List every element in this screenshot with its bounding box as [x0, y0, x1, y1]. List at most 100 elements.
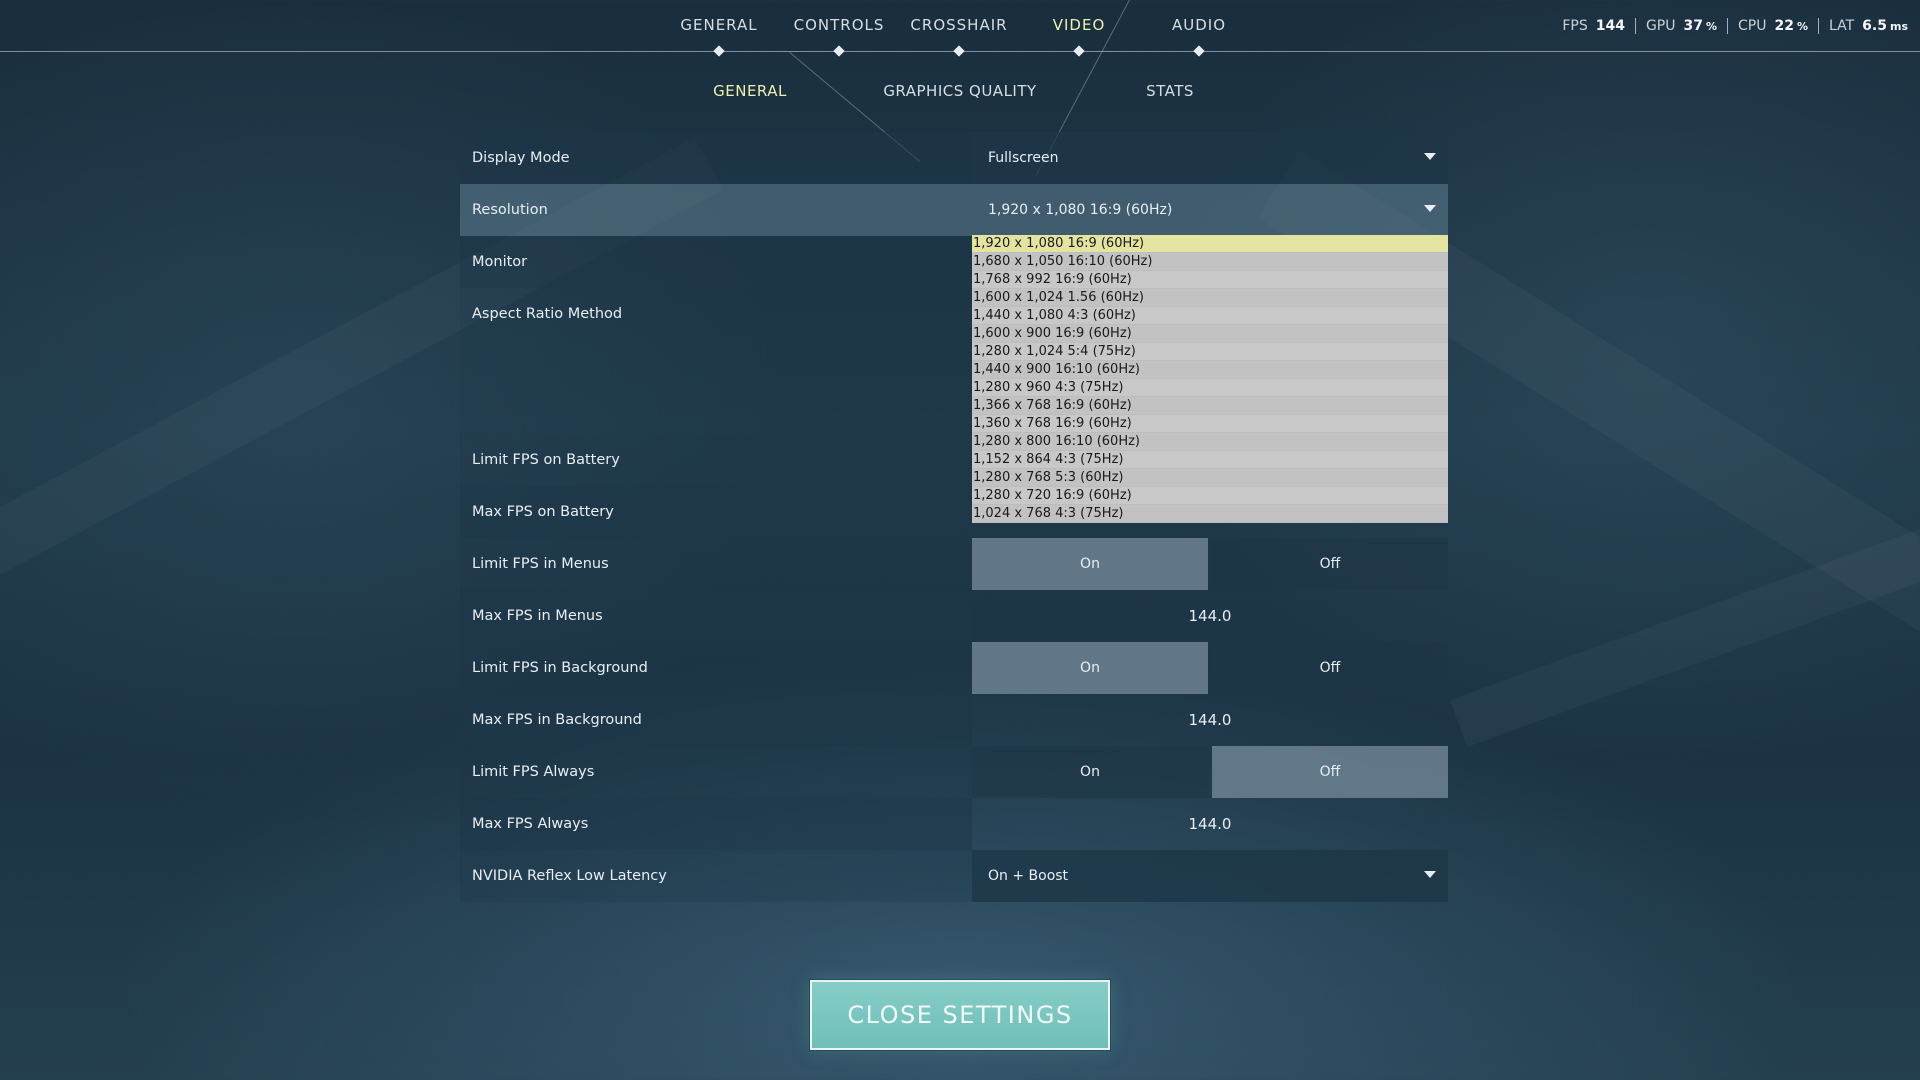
setting-label: Monitor: [460, 236, 972, 288]
limit-fps-always-on-button[interactable]: On: [972, 746, 1208, 798]
stat-unit: ms: [1889, 20, 1908, 33]
resolution-option[interactable]: 1,920 x 1,080 16:9 (60Hz): [972, 235, 1448, 253]
setting-row-max-fps-background: Max FPS in Background 144.0: [460, 694, 1448, 746]
limit-fps-background-on-button[interactable]: On: [972, 642, 1208, 694]
limit-fps-menus-on-button[interactable]: On: [972, 538, 1208, 590]
nav-tab-audio[interactable]: AUDIO: [1134, 16, 1264, 57]
performance-stats: FPS 144 GPU 37 % CPU 22 % LAT 6.5 ms: [1552, 18, 1908, 34]
top-navigation: GENERAL CONTROLS CROSSHAIR VIDEO AUDIO F…: [0, 0, 1920, 177]
resolution-option[interactable]: 1,768 x 992 16:9 (60Hz): [972, 271, 1448, 289]
caret-down-icon: [1424, 871, 1436, 878]
setting-label: Resolution: [460, 184, 972, 236]
caret-down-icon: [1424, 205, 1436, 212]
setting-value: 144.0: [972, 798, 1448, 850]
resolution-option[interactable]: 1,280 x 1,024 5:4 (75Hz): [972, 343, 1448, 361]
diamond-icon: [953, 45, 965, 57]
display-mode-dropdown[interactable]: Fullscreen: [972, 132, 1448, 184]
resolution-option[interactable]: 1,680 x 1,050 16:10 (60Hz): [972, 253, 1448, 271]
stat-value: 144: [1595, 18, 1625, 34]
setting-row-limit-fps-background: Limit FPS in Background On Off: [460, 642, 1448, 694]
nav-tab-video[interactable]: VIDEO: [1014, 16, 1144, 57]
setting-label: Aspect Ratio Method: [460, 288, 972, 434]
diamond-icon: [1073, 45, 1085, 57]
setting-row-nvidia-reflex: NVIDIA Reflex Low Latency On + Boost: [460, 850, 1448, 902]
stat-label: GPU: [1645, 18, 1676, 34]
setting-row-limit-fps-menus: Limit FPS in Menus On Off: [460, 538, 1448, 590]
resolution-option[interactable]: 1,360 x 768 16:9 (60Hz): [972, 415, 1448, 433]
stat-unit: %: [1705, 20, 1718, 33]
setting-label: NVIDIA Reflex Low Latency: [460, 850, 972, 902]
setting-label: Max FPS Always: [460, 798, 972, 850]
resolution-option[interactable]: 1,600 x 1,024 1.56 (60Hz): [972, 289, 1448, 307]
dropdown-value: 1,920 x 1,080 16:9 (60Hz): [988, 202, 1173, 218]
nvidia-reflex-dropdown[interactable]: On + Boost: [972, 850, 1448, 902]
stat-value: 22: [1774, 18, 1794, 34]
stat-label: CPU: [1738, 18, 1767, 34]
diamond-icon: [833, 45, 845, 57]
subtab-graphics-quality[interactable]: GRAPHICS QUALITY: [850, 82, 1070, 100]
setting-label: Limit FPS on Battery: [460, 434, 972, 486]
max-fps-always-value[interactable]: 144.0: [972, 798, 1448, 850]
setting-value: On + Boost: [972, 850, 1448, 902]
nav-tab-label: VIDEO: [1052, 16, 1106, 34]
setting-label: Max FPS on Battery: [460, 486, 972, 538]
resolution-option[interactable]: 1,366 x 768 16:9 (60Hz): [972, 397, 1448, 415]
nav-tab-controls[interactable]: CONTROLS: [774, 16, 904, 57]
setting-label: Display Mode: [460, 132, 972, 184]
stat-cpu: CPU 22 %: [1728, 18, 1819, 34]
setting-row-limit-fps-always: Limit FPS Always On Off: [460, 746, 1448, 798]
nav-tab-label: AUDIO: [1171, 16, 1227, 34]
setting-row-display-mode: Display Mode Fullscreen: [460, 132, 1448, 184]
nav-tab-label: CROSSHAIR: [910, 16, 1008, 34]
setting-label: Limit FPS in Menus: [460, 538, 972, 590]
subtab-stats[interactable]: STATS: [1060, 82, 1280, 100]
setting-label: Max FPS in Menus: [460, 590, 972, 642]
resolution-option[interactable]: 1,280 x 800 16:10 (60Hz): [972, 433, 1448, 451]
stat-fps: FPS 144: [1552, 18, 1636, 34]
stat-unit: %: [1796, 20, 1808, 33]
dropdown-value: On + Boost: [988, 868, 1069, 884]
subtab-general[interactable]: GENERAL: [640, 82, 860, 100]
setting-value: On Off: [972, 642, 1448, 694]
nav-tab-general[interactable]: GENERAL: [654, 16, 784, 57]
setting-label: Limit FPS Always: [460, 746, 972, 798]
setting-value: Fullscreen: [972, 132, 1448, 184]
diamond-icon: [713, 45, 725, 57]
limit-fps-always-off-button[interactable]: Off: [1212, 746, 1448, 798]
resolution-option[interactable]: 1,280 x 960 4:3 (75Hz): [972, 379, 1448, 397]
diamond-icon: [1193, 45, 1205, 57]
resolution-option[interactable]: 1,024 x 768 4:3 (75Hz): [972, 505, 1448, 523]
resolution-option[interactable]: 1,280 x 768 5:3 (60Hz): [972, 469, 1448, 487]
limit-fps-background-off-button[interactable]: Off: [1212, 642, 1448, 694]
resolution-option[interactable]: 1,152 x 864 4:3 (75Hz): [972, 451, 1448, 469]
resolution-option[interactable]: 1,440 x 1,080 4:3 (60Hz): [972, 307, 1448, 325]
resolution-option[interactable]: 1,440 x 900 16:10 (60Hz): [972, 361, 1448, 379]
resolution-option[interactable]: 1,600 x 900 16:9 (60Hz): [972, 325, 1448, 343]
close-settings-button[interactable]: CLOSE SETTINGS: [809, 979, 1111, 1051]
setting-value: 144.0: [972, 694, 1448, 746]
stat-value: 6.5: [1862, 18, 1887, 34]
max-fps-background-value[interactable]: 144.0: [972, 694, 1448, 746]
background-decoration: [1450, 495, 1920, 747]
setting-value: On Off: [972, 538, 1448, 590]
nav-tab-crosshair[interactable]: CROSSHAIR: [894, 16, 1024, 57]
nav-tab-label: GENERAL: [680, 16, 758, 34]
setting-label: Limit FPS in Background: [460, 642, 972, 694]
limit-fps-menus-off-button[interactable]: Off: [1212, 538, 1448, 590]
setting-value: On Off: [972, 746, 1448, 798]
setting-value: 144.0: [972, 590, 1448, 642]
setting-value: 1,920 x 1,080 16:9 (60Hz): [972, 184, 1448, 236]
resolution-dropdown[interactable]: 1,920 x 1,080 16:9 (60Hz): [972, 184, 1448, 236]
stat-value: 37: [1683, 18, 1703, 34]
stat-label: LAT: [1829, 18, 1855, 34]
resolution-option[interactable]: 1,280 x 720 16:9 (60Hz): [972, 487, 1448, 505]
setting-row-max-fps-always: Max FPS Always 144.0: [460, 798, 1448, 850]
setting-row-resolution: Resolution 1,920 x 1,080 16:9 (60Hz): [460, 184, 1448, 236]
stat-label: FPS: [1562, 18, 1588, 34]
stat-latency: LAT 6.5 ms: [1819, 18, 1908, 34]
setting-label: Max FPS in Background: [460, 694, 972, 746]
stat-gpu: GPU 37 %: [1636, 18, 1729, 34]
dropdown-value: Fullscreen: [988, 150, 1059, 166]
max-fps-menus-value[interactable]: 144.0: [972, 590, 1448, 642]
resolution-options-list: 1,920 x 1,080 16:9 (60Hz) 1,680 x 1,050 …: [972, 235, 1448, 523]
